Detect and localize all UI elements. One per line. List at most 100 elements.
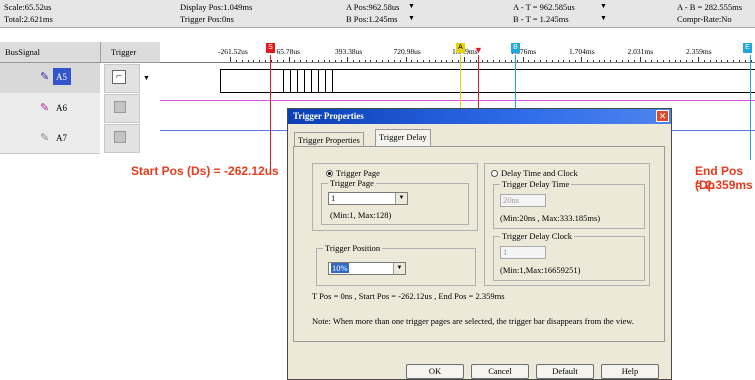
a-marker-flag[interactable]: A <box>456 43 465 53</box>
trigger-marker-icon[interactable]: ▼ <box>474 45 483 55</box>
time-tick-mark <box>253 60 255 62</box>
time-tick-mark <box>323 60 325 62</box>
time-tick-mark <box>241 60 243 62</box>
time-tick-mark <box>545 60 547 62</box>
waveform-pulse-edge <box>290 69 291 93</box>
dont-care-icon[interactable] <box>114 131 126 143</box>
chevron-down-icon[interactable]: ▼ <box>393 263 405 274</box>
b-marker-flag[interactable]: B <box>511 43 520 53</box>
cancel-button[interactable]: Cancel <box>471 364 529 379</box>
time-tick-mark <box>405 57 407 62</box>
time-tick-mark <box>657 60 659 62</box>
start-pos-annotation: Start Pos (Ds) = -262.12us <box>131 164 279 178</box>
trigger-header[interactable]: Trigger <box>111 47 136 57</box>
bus-signal-header[interactable]: BusSignal <box>5 47 40 57</box>
time-tick-mark <box>282 60 284 62</box>
default-button[interactable]: Default <box>536 364 594 379</box>
tab-trigger-delay[interactable]: Trigger Delay <box>375 129 431 147</box>
time-tick-mark <box>230 57 231 62</box>
dont-care-icon[interactable] <box>114 101 126 113</box>
close-icon[interactable]: ✕ <box>656 110 669 122</box>
waveform-pulse-edge <box>325 69 326 93</box>
signal-name-a5: A5 <box>56 72 67 82</box>
signal-row-a5[interactable] <box>0 63 100 94</box>
waveform-pulse-edge <box>297 69 298 93</box>
start-marker-line <box>270 55 271 170</box>
trigger-page-radio[interactable] <box>326 170 333 177</box>
time-tick-mark <box>446 60 448 62</box>
a-pos-dropdown-icon[interactable]: ▼ <box>408 2 415 10</box>
time-tick-mark <box>744 60 746 62</box>
signal-name-a6: A6 <box>56 103 67 113</box>
time-tick-mark <box>393 60 395 62</box>
time-tick-mark <box>481 60 483 62</box>
time-tick-mark <box>692 60 694 62</box>
b-pos-dropdown-icon[interactable]: ▼ <box>408 14 415 22</box>
time-tick-mark <box>235 60 237 62</box>
dialog-title[interactable]: Trigger Properties <box>288 109 671 124</box>
b-pos-readout[interactable]: B Pos:1.245ms <box>346 14 398 24</box>
delay-time-clock-radio[interactable] <box>491 170 498 177</box>
time-tick-mark <box>300 60 302 62</box>
end-marker-flag[interactable]: E <box>743 43 752 53</box>
trigger-dropdown-icon[interactable]: ▼ <box>143 74 150 82</box>
time-tick-mark <box>475 60 477 62</box>
time-tick-mark <box>423 60 425 62</box>
time-tick-mark <box>645 60 647 62</box>
time-tick-label: -261.52us <box>218 47 248 56</box>
time-tick-mark <box>592 60 594 62</box>
a-t-dropdown-icon[interactable]: ▼ <box>600 2 607 10</box>
time-tick-mark <box>709 60 711 62</box>
tab-trigger-properties[interactable]: Trigger Properties <box>294 132 364 147</box>
trigger-page-range: (Min:1, Max:128) <box>330 210 392 220</box>
trigger-pos-readout: Trigger Pos:0ns <box>180 14 234 24</box>
delay-time-input[interactable]: 20ns <box>500 194 546 207</box>
time-tick-mark <box>627 60 629 62</box>
ok-button[interactable]: OK <box>406 364 464 379</box>
signal-row-a7[interactable] <box>0 123 100 154</box>
delay-clock-group-title: Trigger Delay Clock <box>500 231 575 241</box>
start-marker-flag[interactable]: S <box>266 43 275 53</box>
help-button[interactable]: Help <box>601 364 659 379</box>
time-tick-mark <box>586 60 588 62</box>
delay-time-clock-label[interactable]: Delay Time and Clock <box>501 168 578 178</box>
time-tick-mark <box>458 60 460 62</box>
time-tick-mark <box>387 60 389 62</box>
time-tick-mark <box>347 57 348 62</box>
waveform-a5 <box>220 69 221 93</box>
pen-icon: ✎ <box>40 132 50 144</box>
b-t-dropdown-icon[interactable]: ▼ <box>600 14 607 22</box>
waveform-pulse-low <box>283 92 290 93</box>
time-tick-mark <box>399 60 401 62</box>
b-t-readout[interactable]: B - T = 1.245ms <box>513 14 569 24</box>
a-pos-readout[interactable]: A Pos:962.58us <box>346 2 399 12</box>
time-tick-mark <box>610 60 612 62</box>
a-t-readout[interactable]: A - T = 962.585us <box>513 2 575 12</box>
time-tick-mark <box>727 60 729 62</box>
time-tick-mark <box>674 60 676 62</box>
time-tick-mark <box>265 60 267 62</box>
time-tick-mark <box>469 60 471 62</box>
time-tick-mark <box>534 60 536 62</box>
chevron-down-icon[interactable]: ▼ <box>395 193 407 204</box>
trigger-position-select-value: 10% <box>331 263 349 273</box>
note-text: Note: When more than one trigger pages a… <box>312 316 634 326</box>
time-tick-mark <box>662 60 664 62</box>
waveform-pulse-edge <box>332 69 333 93</box>
time-tick-label: 2.031ms <box>627 47 654 56</box>
time-tick-mark <box>294 60 296 62</box>
time-tick-mark <box>276 60 278 62</box>
time-tick-mark <box>680 60 682 62</box>
delay-clock-input[interactable]: 1 <box>500 246 546 259</box>
time-tick-mark <box>329 60 331 62</box>
time-tick-mark <box>581 57 582 62</box>
trigger-page-select[interactable]: 1 ▼ <box>328 192 408 205</box>
time-tick-mark <box>493 60 495 62</box>
trigger-position-select[interactable]: 10% ▼ <box>328 262 406 275</box>
signal-row-a6[interactable] <box>0 93 100 124</box>
trigger-page-radio-label[interactable]: Trigger Page <box>336 168 380 178</box>
time-tick-mark <box>651 60 653 62</box>
time-tick-mark <box>504 60 506 62</box>
rising-edge-icon[interactable]: ⌐ <box>112 70 126 84</box>
end-marker-line <box>750 55 751 160</box>
